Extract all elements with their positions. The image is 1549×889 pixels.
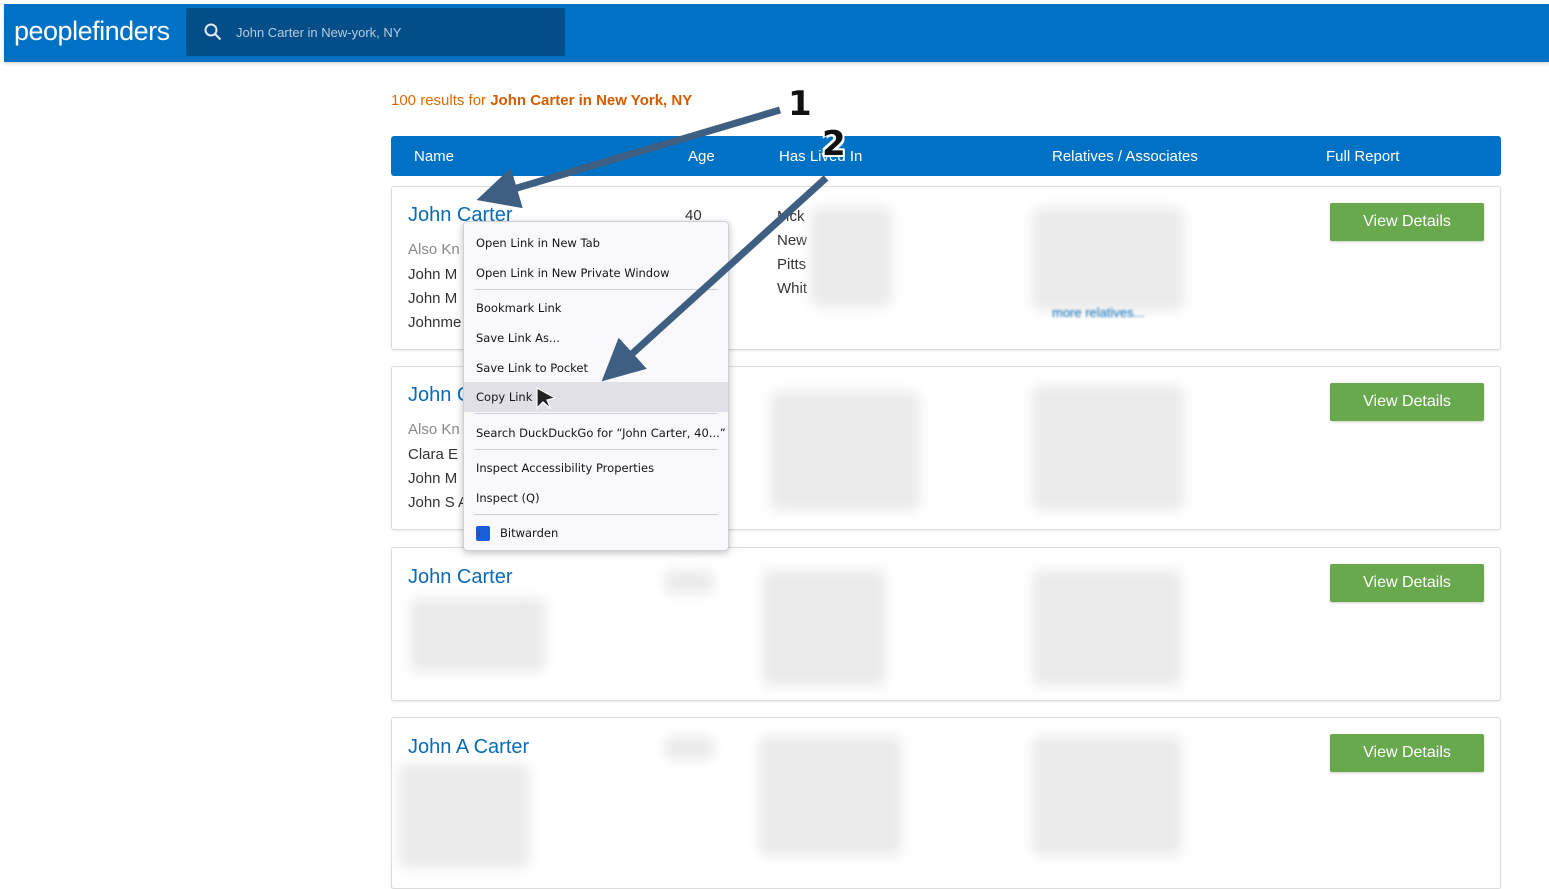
context-menu: Open Link in New Tab Open Link in New Pr… bbox=[463, 221, 729, 551]
menu-item-open-new-tab[interactable]: Open Link in New Tab bbox=[464, 228, 728, 258]
redacted-places bbox=[770, 391, 920, 511]
view-details-button[interactable]: View Details bbox=[1330, 203, 1484, 241]
results-summary: 100 results for John Carter in New York,… bbox=[391, 92, 692, 109]
result-name-link[interactable]: John C bbox=[408, 384, 471, 407]
search-icon bbox=[204, 23, 222, 41]
menu-item-open-private-window[interactable]: Open Link in New Private Window bbox=[464, 258, 728, 288]
menu-item-label: Copy Link bbox=[476, 390, 533, 404]
redacted-places bbox=[758, 736, 902, 856]
result-name-link[interactable]: John A Carter bbox=[408, 736, 529, 759]
column-header-lived: Has Lived In bbox=[779, 148, 863, 165]
redacted-aliases bbox=[398, 764, 530, 868]
menu-item-label: Save Link As... bbox=[476, 331, 560, 345]
menu-item-label: Open Link in New Private Window bbox=[476, 266, 670, 280]
menu-item-inspect[interactable]: Inspect (Q) bbox=[464, 483, 728, 513]
menu-separator bbox=[474, 289, 718, 290]
menu-item-search-duckduckgo[interactable]: Search DuckDuckGo for “John Carter, 40..… bbox=[464, 418, 728, 448]
redacted-relatives bbox=[1032, 570, 1182, 686]
annotation-step-2: 2 bbox=[822, 124, 846, 164]
menu-separator bbox=[474, 514, 718, 515]
lived-place: Pitts bbox=[777, 256, 807, 273]
lived-place: Mck bbox=[777, 208, 805, 225]
redacted-age bbox=[664, 570, 714, 594]
menu-item-label: Bookmark Link bbox=[476, 301, 562, 315]
menu-item-label: Inspect Accessibility Properties bbox=[476, 461, 655, 475]
chevron-right-icon: › bbox=[476, 526, 482, 542]
results-summary-query: John Carter in New York, NY bbox=[490, 92, 693, 109]
result-card: John A Carter View Details bbox=[391, 717, 1501, 889]
redacted-relatives bbox=[1032, 385, 1184, 511]
mouse-cursor-icon bbox=[536, 386, 557, 410]
lived-place: New bbox=[777, 232, 808, 249]
search-input[interactable]: John Carter in New-york, NY bbox=[186, 8, 565, 56]
menu-item-label: Search DuckDuckGo for “John Carter, 40..… bbox=[476, 426, 726, 440]
aka-name: John S A bbox=[408, 494, 469, 511]
results-table-header: Name Age Has Lived In Relatives / Associ… bbox=[391, 136, 1501, 176]
aka-name: Johnme bbox=[408, 314, 462, 331]
menu-item-label: Open Link in New Tab bbox=[476, 236, 600, 250]
redacted-age bbox=[664, 736, 714, 760]
column-header-name: Name bbox=[414, 148, 455, 165]
logo[interactable]: peoplefinders bbox=[14, 16, 170, 47]
aka-name: John M bbox=[408, 266, 458, 283]
search-value[interactable]: John Carter in New-york, NY bbox=[236, 25, 401, 40]
aka-name: John M bbox=[408, 290, 458, 307]
redacted-relatives bbox=[1032, 736, 1182, 856]
result-card: John Carter View Details bbox=[391, 547, 1501, 701]
menu-item-label: Inspect (Q) bbox=[476, 491, 540, 505]
result-name-link[interactable]: John Carter bbox=[408, 566, 513, 589]
menu-item-label: Save Link to Pocket bbox=[476, 361, 589, 375]
column-header-relatives: Relatives / Associates bbox=[1052, 148, 1198, 165]
view-details-button[interactable]: View Details bbox=[1330, 734, 1484, 772]
view-details-button[interactable]: View Details bbox=[1330, 564, 1484, 602]
redacted-relatives bbox=[1032, 207, 1184, 311]
menu-item-copy-link[interactable]: Copy Link bbox=[464, 382, 728, 412]
menu-separator bbox=[474, 449, 718, 450]
column-header-report: Full Report bbox=[1326, 148, 1400, 165]
view-details-button[interactable]: View Details bbox=[1330, 383, 1484, 421]
annotation-step-1: 1 bbox=[788, 84, 812, 124]
lived-place: Whit bbox=[777, 280, 807, 297]
menu-item-save-link-as[interactable]: Save Link As... bbox=[464, 323, 728, 353]
menu-item-bitwarden[interactable]: Bitwarden › bbox=[464, 518, 728, 548]
aka-name: John M bbox=[408, 470, 458, 487]
aka-label: Also Kn bbox=[408, 241, 460, 258]
top-bar: peoplefinders John Carter in New-york, N… bbox=[4, 4, 1549, 62]
menu-separator bbox=[474, 413, 718, 414]
redacted-aliases bbox=[410, 598, 546, 672]
menu-item-inspect-accessibility[interactable]: Inspect Accessibility Properties bbox=[464, 453, 728, 483]
results-summary-prefix: 100 results for bbox=[391, 92, 491, 109]
more-relatives-link[interactable]: more relatives... bbox=[1052, 305, 1144, 320]
aka-label: Also Kn bbox=[408, 421, 460, 438]
redacted-places bbox=[762, 570, 886, 686]
menu-item-save-to-pocket[interactable]: Save Link to Pocket bbox=[464, 353, 728, 383]
menu-item-bookmark-link[interactable]: Bookmark Link bbox=[464, 293, 728, 323]
redacted-places bbox=[810, 207, 892, 307]
column-header-age: Age bbox=[688, 148, 715, 165]
